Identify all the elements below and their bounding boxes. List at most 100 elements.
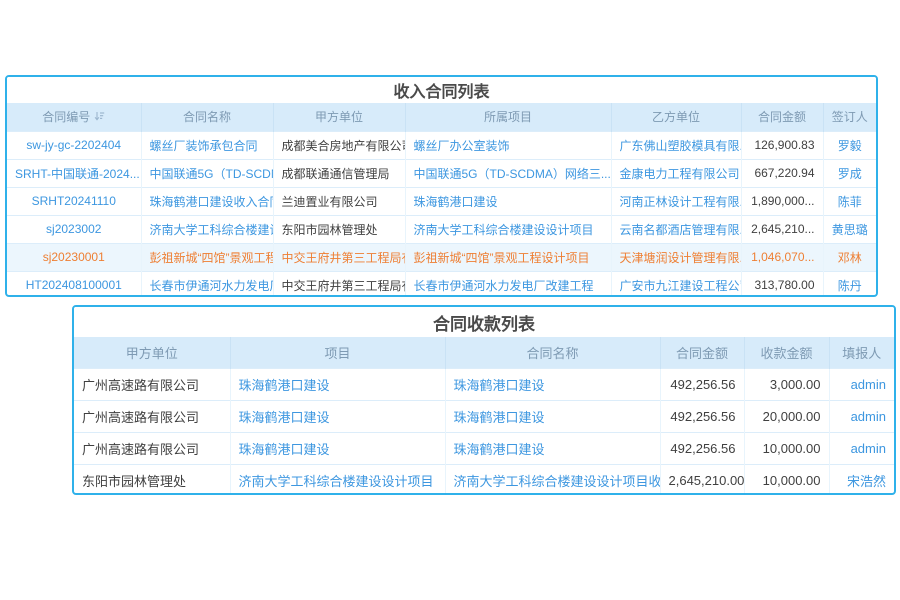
income-table-row: sw-jy-gc-2202404 螺丝厂装饰承包合同 成都美合房地产有限公司 螺… bbox=[7, 131, 876, 159]
page: 收入合同列表 合同编号 bbox=[0, 0, 900, 600]
signer-link[interactable]: 罗成 bbox=[823, 159, 876, 187]
party-a-cell: 中交王府井第三工程局有限... bbox=[273, 243, 405, 271]
receipt-table-row: 广州高速路有限公司 珠海鹤港口建设 珠海鹤港口建设 492,256.56 20,… bbox=[74, 400, 894, 432]
contract-name-link[interactable]: 螺丝厂装饰承包合同 bbox=[141, 131, 273, 159]
col-header-signer: 签订人 bbox=[823, 103, 876, 131]
party-b-link[interactable]: 广东佛山塑胶模具有限... bbox=[611, 131, 741, 159]
receipt-table-header-row: 甲方单位 项目 合同名称 合同金额 收款金额 填报人 bbox=[74, 337, 894, 368]
party-a-cell: 成都美合房地产有限公司 bbox=[273, 131, 405, 159]
contract-name-link[interactable]: 珠海鹤港口建设收入合同2 bbox=[141, 187, 273, 215]
party-b-link[interactable]: 广安市九江建设工程公司 bbox=[611, 271, 741, 297]
col-header-received-amount: 收款金额 bbox=[744, 337, 829, 368]
receipt-table-row: 广州高速路有限公司 珠海鹤港口建设 珠海鹤港口建设 492,256.56 3,0… bbox=[74, 368, 894, 400]
signer-link[interactable]: 陈菲 bbox=[823, 187, 876, 215]
amount-cell: 1,046,070... bbox=[741, 243, 823, 271]
signer-link[interactable]: 陈丹 bbox=[823, 271, 876, 297]
contract-receipt-table: 甲方单位 项目 合同名称 合同金额 收款金额 填报人 广州高速路有限公司 珠海鹤… bbox=[74, 337, 894, 495]
contract-code-link[interactable]: sj2023002 bbox=[7, 215, 141, 243]
income-contract-table-card: 收入合同列表 合同编号 bbox=[5, 75, 878, 297]
reporter-link[interactable]: admin bbox=[829, 432, 894, 464]
col-header-amount: 合同金额 bbox=[741, 103, 823, 131]
contract-code-link[interactable]: HT202408100001 bbox=[7, 271, 141, 297]
receipt-table-row: 广州高速路有限公司 珠海鹤港口建设 珠海鹤港口建设 492,256.56 10,… bbox=[74, 432, 894, 464]
party-a-cell: 广州高速路有限公司 bbox=[74, 400, 230, 432]
amount-cell: 667,220.94 bbox=[741, 159, 823, 187]
col-header-party-b: 乙方单位 bbox=[611, 103, 741, 131]
income-table-row: SRHT20241110 珠海鹤港口建设收入合同2 兰迪置业有限公司 珠海鹤港口… bbox=[7, 187, 876, 215]
party-b-link[interactable]: 云南名都酒店管理有限... bbox=[611, 215, 741, 243]
contract-name-link[interactable]: 济南大学工科综合楼建设设计项目收... bbox=[445, 464, 660, 495]
signer-link[interactable]: 邓林 bbox=[823, 243, 876, 271]
contract-amount-cell: 492,256.56 bbox=[660, 432, 744, 464]
contract-code-link[interactable]: SRHT20241110 bbox=[7, 187, 141, 215]
party-a-cell: 兰迪置业有限公司 bbox=[273, 187, 405, 215]
amount-cell: 126,900.83 bbox=[741, 131, 823, 159]
contract-code-link[interactable]: sw-jy-gc-2202404 bbox=[7, 131, 141, 159]
income-table-row: sj2023002 济南大学工科综合楼建设设... 东阳市园林管理处 济南大学工… bbox=[7, 215, 876, 243]
receipt-table-title: 合同收款列表 bbox=[74, 307, 894, 337]
income-table-row: SRHT-中国联通-2024... 中国联通5G（TD-SCDMA）... 成都… bbox=[7, 159, 876, 187]
col-header-contract-code-label: 合同编号 bbox=[42, 108, 90, 125]
col-header-project: 所属项目 bbox=[405, 103, 611, 131]
project-link[interactable]: 彭祖新城“四馆”景观工程设计项目 bbox=[405, 243, 611, 271]
income-table-row-highlighted: sj20230001 彭祖新城“四馆”景观工程设计... 中交王府井第三工程局有… bbox=[7, 243, 876, 271]
reporter-link[interactable]: 宋浩然 bbox=[829, 464, 894, 495]
contract-receipt-table-card: 合同收款列表 甲方单位 项目 合同名称 合同金额 收款金额 填报人 广州高速路有… bbox=[72, 305, 896, 495]
party-b-link[interactable]: 天津塘润设计管理有限... bbox=[611, 243, 741, 271]
receipt-table-row: 东阳市园林管理处 济南大学工科综合楼建设设计项目 济南大学工科综合楼建设设计项目… bbox=[74, 464, 894, 495]
col-header-contract-name: 合同名称 bbox=[141, 103, 273, 131]
contract-amount-cell: 492,256.56 bbox=[660, 400, 744, 432]
contract-name-link[interactable]: 济南大学工科综合楼建设设... bbox=[141, 215, 273, 243]
party-b-link[interactable]: 河南正林设计工程有限... bbox=[611, 187, 741, 215]
contract-code-link[interactable]: sj20230001 bbox=[7, 243, 141, 271]
contract-code-link[interactable]: SRHT-中国联通-2024... bbox=[7, 159, 141, 187]
contract-name-link[interactable]: 珠海鹤港口建设 bbox=[445, 432, 660, 464]
contract-name-link[interactable]: 珠海鹤港口建设 bbox=[445, 368, 660, 400]
received-amount-cell: 3,000.00 bbox=[744, 368, 829, 400]
party-a-cell: 广州高速路有限公司 bbox=[74, 432, 230, 464]
col-header-contract-amount: 合同金额 bbox=[660, 337, 744, 368]
party-b-link[interactable]: 金康电力工程有限公司 bbox=[611, 159, 741, 187]
party-a-cell: 成都联通通信管理局 bbox=[273, 159, 405, 187]
col-header-reporter: 填报人 bbox=[829, 337, 894, 368]
col-header-project: 项目 bbox=[230, 337, 445, 368]
party-a-cell: 广州高速路有限公司 bbox=[74, 368, 230, 400]
amount-cell: 2,645,210... bbox=[741, 215, 823, 243]
project-link[interactable]: 长春市伊通河水力发电厂改建工程 bbox=[405, 271, 611, 297]
project-link[interactable]: 济南大学工科综合楼建设设计项目 bbox=[405, 215, 611, 243]
project-link[interactable]: 珠海鹤港口建设 bbox=[230, 432, 445, 464]
reporter-link[interactable]: admin bbox=[829, 368, 894, 400]
received-amount-cell: 10,000.00 bbox=[744, 432, 829, 464]
contract-name-link[interactable]: 中国联通5G（TD-SCDMA）... bbox=[141, 159, 273, 187]
project-link[interactable]: 中国联通5G（TD-SCDMA）网络三... bbox=[405, 159, 611, 187]
contract-name-link[interactable]: 长春市伊通河水力发电厂改... bbox=[141, 271, 273, 297]
project-link[interactable]: 珠海鹤港口建设 bbox=[230, 368, 445, 400]
signer-link[interactable]: 罗毅 bbox=[823, 131, 876, 159]
contract-name-link[interactable]: 珠海鹤港口建设 bbox=[445, 400, 660, 432]
project-link[interactable]: 珠海鹤港口建设 bbox=[405, 187, 611, 215]
income-table-header-row: 合同编号 合同 bbox=[7, 103, 876, 131]
amount-cell: 1,890,000... bbox=[741, 187, 823, 215]
received-amount-cell: 10,000.00 bbox=[744, 464, 829, 495]
contract-name-link[interactable]: 彭祖新城“四馆”景观工程设计... bbox=[141, 243, 273, 271]
sort-descending-icon[interactable] bbox=[94, 111, 105, 122]
party-a-cell: 东阳市园林管理处 bbox=[74, 464, 230, 495]
contract-amount-cell: 2,645,210.00 bbox=[660, 464, 744, 495]
col-header-contract-name: 合同名称 bbox=[445, 337, 660, 368]
project-link[interactable]: 珠海鹤港口建设 bbox=[230, 400, 445, 432]
contract-amount-cell: 492,256.56 bbox=[660, 368, 744, 400]
received-amount-cell: 20,000.00 bbox=[744, 400, 829, 432]
income-table-title: 收入合同列表 bbox=[7, 77, 876, 103]
party-a-cell: 东阳市园林管理处 bbox=[273, 215, 405, 243]
income-contract-table: 合同编号 合同 bbox=[7, 103, 876, 297]
project-link[interactable]: 螺丝厂办公室装饰 bbox=[405, 131, 611, 159]
party-a-cell: 中交王府井第三工程局有限... bbox=[273, 271, 405, 297]
col-header-party-a: 甲方单位 bbox=[273, 103, 405, 131]
project-link[interactable]: 济南大学工科综合楼建设设计项目 bbox=[230, 464, 445, 495]
reporter-link[interactable]: admin bbox=[829, 400, 894, 432]
income-table-row: HT202408100001 长春市伊通河水力发电厂改... 中交王府井第三工程… bbox=[7, 271, 876, 297]
amount-cell: 313,780.00 bbox=[741, 271, 823, 297]
col-header-party-a: 甲方单位 bbox=[74, 337, 230, 368]
col-header-contract-code: 合同编号 bbox=[7, 103, 141, 131]
signer-link[interactable]: 黄思璐 bbox=[823, 215, 876, 243]
